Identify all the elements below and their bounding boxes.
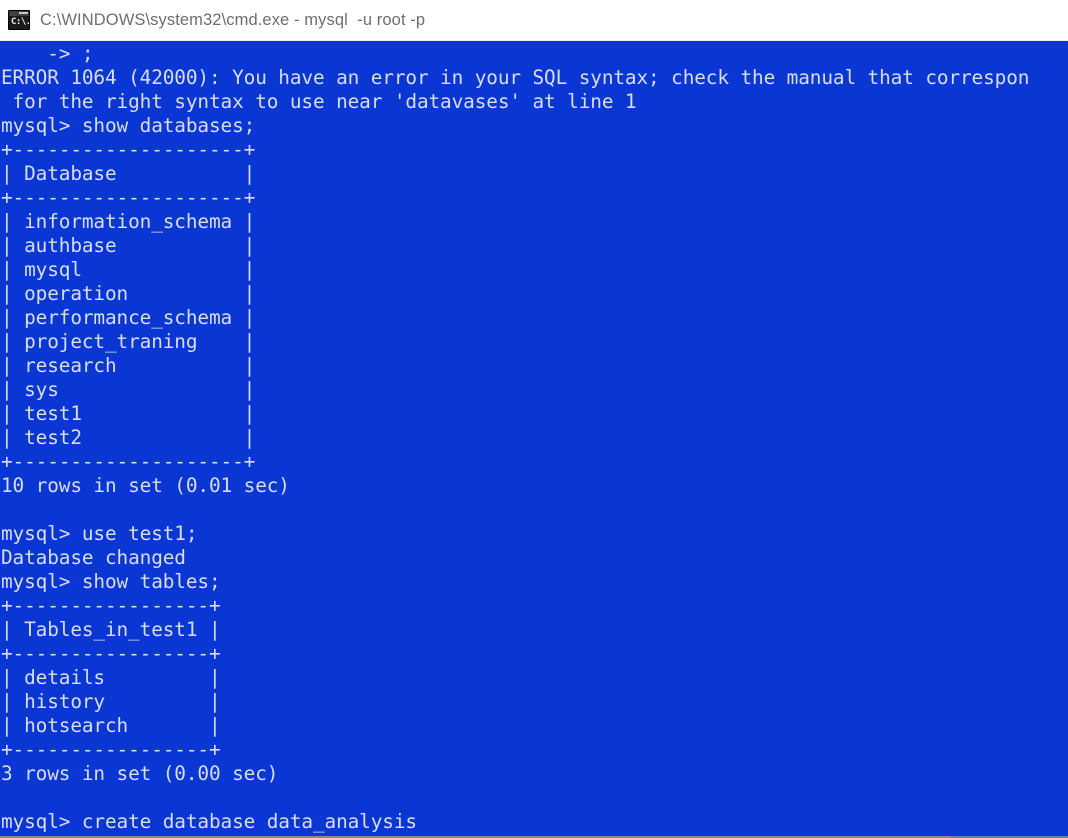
console-line: mysql> show tables; [1,570,221,593]
title-bar[interactable]: C:\. C:\WINDOWS\system32\cmd.exe - mysql… [0,0,1068,41]
console-line: | research | [1,354,256,377]
console-line: +-----------------+ [1,594,221,617]
console-line: -> ; [1,42,94,65]
console-line: 10 rows in set (0.01 sec) [1,474,290,497]
console-line: +--------------------+ [1,186,256,209]
console-line: | details | [1,666,221,689]
console-line: | operation | [1,282,256,305]
console-line: Database changed [1,546,186,569]
console-line: ERROR 1064 (42000): You have an error in… [1,66,1030,89]
console-line: +--------------------+ [1,450,256,473]
icon-prompt-glyph: C:\. [11,17,30,27]
console-line: +-----------------+ [1,642,221,665]
console-line: | hotsearch | [1,714,221,737]
console-line: | sys | [1,378,256,401]
console-line: | performance_schema | [1,306,256,329]
window-title: C:\WINDOWS\system32\cmd.exe - mysql -u r… [40,10,426,29]
console-line: | test2 | [1,426,256,449]
console-line: for the right syntax to use near 'datava… [1,90,637,113]
console-line: mysql> use test1; [1,522,198,545]
cmd-console-icon: C:\. [8,10,30,30]
console-line: mysql> create database data_analysis [1,810,417,833]
console-line: +--------------------+ [1,138,256,161]
console-output-area[interactable]: -> ; ERROR 1064 (42000): You have an erro… [0,41,1068,836]
console-line: | Database | [1,162,256,185]
console-line: | information_schema | [1,210,256,233]
console-line: mysql> show databases; [1,114,256,137]
console-line: +-----------------+ [1,738,221,761]
console-line: | mysql | [1,258,256,281]
console-line: 3 rows in set (0.00 sec) [1,762,279,785]
console-line: | Tables_in_test1 | [1,618,221,641]
console-line: | history | [1,690,221,713]
console-text: -> ; ERROR 1064 (42000): You have an erro… [0,42,1068,834]
console-line: | project_traning | [1,330,256,353]
console-line: | authbase | [1,234,256,257]
cmd-window: C:\. C:\WINDOWS\system32\cmd.exe - mysql… [0,0,1068,838]
console-line: | test1 | [1,402,256,425]
